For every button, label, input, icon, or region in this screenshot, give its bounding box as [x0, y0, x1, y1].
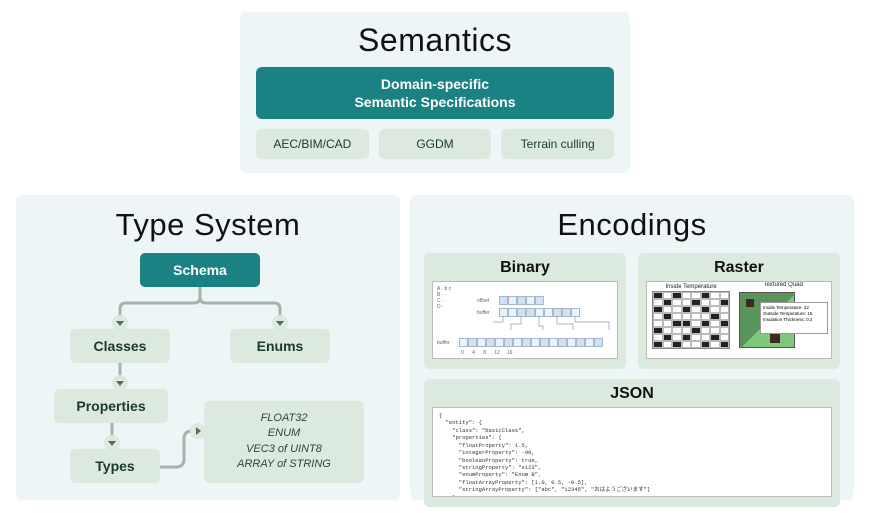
node-type-examples: FLOAT32 ENUM VEC3 of UINT8 ARRAY of STRI…	[204, 401, 364, 483]
type-example: ENUM	[212, 426, 356, 441]
type-example: FLOAT32	[212, 411, 356, 426]
raster-title: Raster	[714, 259, 764, 277]
node-types: Types	[70, 449, 160, 483]
semantics-title: Semantics	[256, 22, 614, 59]
node-schema: Schema	[140, 253, 260, 287]
raster-left-label: Inside Temperature	[649, 284, 733, 290]
binary-label-offset: offset	[477, 298, 489, 304]
binary-axis-text: 0 4 8 12 16	[461, 350, 512, 356]
raster-thumbnail: Inside Temperature T	[646, 281, 832, 359]
encoding-card-raster: Raster Inside Temperature	[638, 253, 840, 369]
raster-right-label: Textured Quad	[735, 282, 831, 288]
encoding-card-json: JSON { "entity": { "class": "basicClass"…	[424, 379, 840, 507]
binary-label-buffer2: buffer	[437, 340, 450, 346]
binary-thumbnail: A · b cB · ·C · ·D · offset buffer buffe…	[432, 281, 618, 359]
node-classes: Classes	[70, 329, 170, 363]
type-system-tree: Schema Classes Enums Properties Types FL…	[32, 253, 384, 483]
semantics-chip-row: AEC/BIM/CAD GGDM Terrain culling	[256, 129, 614, 159]
semantics-chip-aec: AEC/BIM/CAD	[256, 129, 369, 159]
encodings-panel: Encodings Binary A · b cB · ·C · ·D · of…	[410, 195, 854, 500]
type-system-panel: Type System Schema Classes Enums Propert…	[16, 195, 400, 500]
type-system-title: Type System	[32, 207, 384, 243]
semantics-banner: Domain-specific Semantic Specifications	[256, 67, 614, 119]
raster-grid	[652, 291, 730, 349]
raster-info-box: Inside Temperature: 22 Outside Temperatu…	[760, 302, 828, 334]
raster-info-line: Insulation Thickness: 0.2	[763, 317, 825, 323]
semantics-banner-line1: Domain-specific	[266, 75, 604, 93]
type-example: ARRAY of STRING	[212, 457, 356, 472]
semantics-chip-ggdm: GGDM	[379, 129, 492, 159]
binary-table-text: A · b cB · ·C · ·D ·	[437, 286, 451, 310]
binary-label-buffer: buffer	[477, 310, 490, 316]
encodings-title: Encodings	[424, 207, 840, 243]
type-example: VEC3 of UINT8	[212, 442, 356, 457]
encoding-card-binary: Binary A · b cB · ·C · ·D · offset buffe…	[424, 253, 626, 369]
node-enums: Enums	[230, 329, 330, 363]
json-title: JSON	[610, 385, 654, 403]
json-code: { "entity": { "class": "basicClass", "pr…	[433, 408, 831, 496]
json-thumbnail: { "entity": { "class": "basicClass", "pr…	[432, 407, 832, 497]
semantics-chip-terrain: Terrain culling	[501, 129, 614, 159]
semantics-panel: Semantics Domain-specific Semantic Speci…	[240, 12, 630, 173]
semantics-banner-line2: Semantic Specifications	[266, 93, 604, 111]
binary-connectors	[493, 316, 613, 340]
binary-title: Binary	[500, 259, 550, 277]
node-properties: Properties	[54, 389, 168, 423]
